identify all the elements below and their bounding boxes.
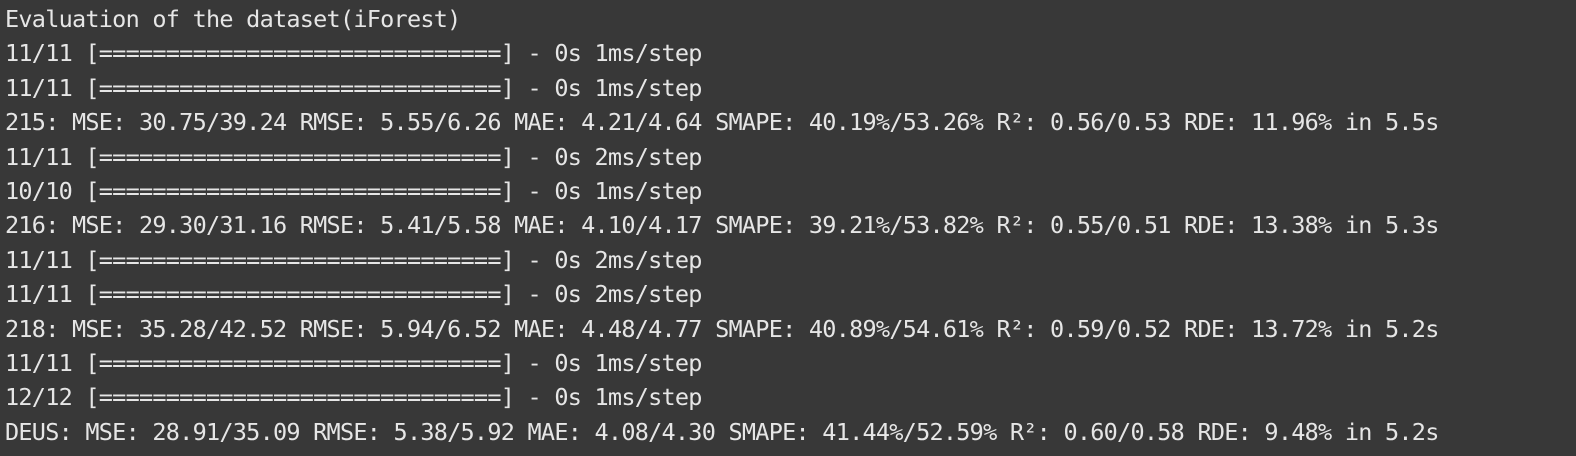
progress-line: 11/11 [==============================] -… xyxy=(5,73,702,102)
progress-line: 11/11 [==============================] -… xyxy=(5,142,702,171)
progress-line: 11/11 [==============================] -… xyxy=(5,39,702,68)
metrics-line-218: 218: MSE: 35.28/42.52 RMSE: 5.94/6.52 MA… xyxy=(5,314,1439,343)
progress-line: 11/11 [==============================] -… xyxy=(5,280,702,309)
progress-line: 10/10 [==============================] -… xyxy=(5,176,702,205)
terminal-output: Evaluation of the dataset(iForest) 11/11… xyxy=(0,0,1576,456)
metrics-line-deus: DEUS: MSE: 28.91/35.09 RMSE: 5.38/5.92 M… xyxy=(5,417,1439,446)
progress-line: 11/11 [==============================] -… xyxy=(5,245,702,274)
metrics-line-216: 216: MSE: 29.30/31.16 RMSE: 5.41/5.58 MA… xyxy=(5,211,1439,240)
metrics-line-215: 215: MSE: 30.75/39.24 RMSE: 5.55/6.26 MA… xyxy=(5,108,1439,137)
progress-line: 11/11 [==============================] -… xyxy=(5,348,702,377)
progress-line: 12/12 [==============================] -… xyxy=(5,383,702,412)
output-title-line: Evaluation of the dataset(iForest) xyxy=(5,5,461,33)
